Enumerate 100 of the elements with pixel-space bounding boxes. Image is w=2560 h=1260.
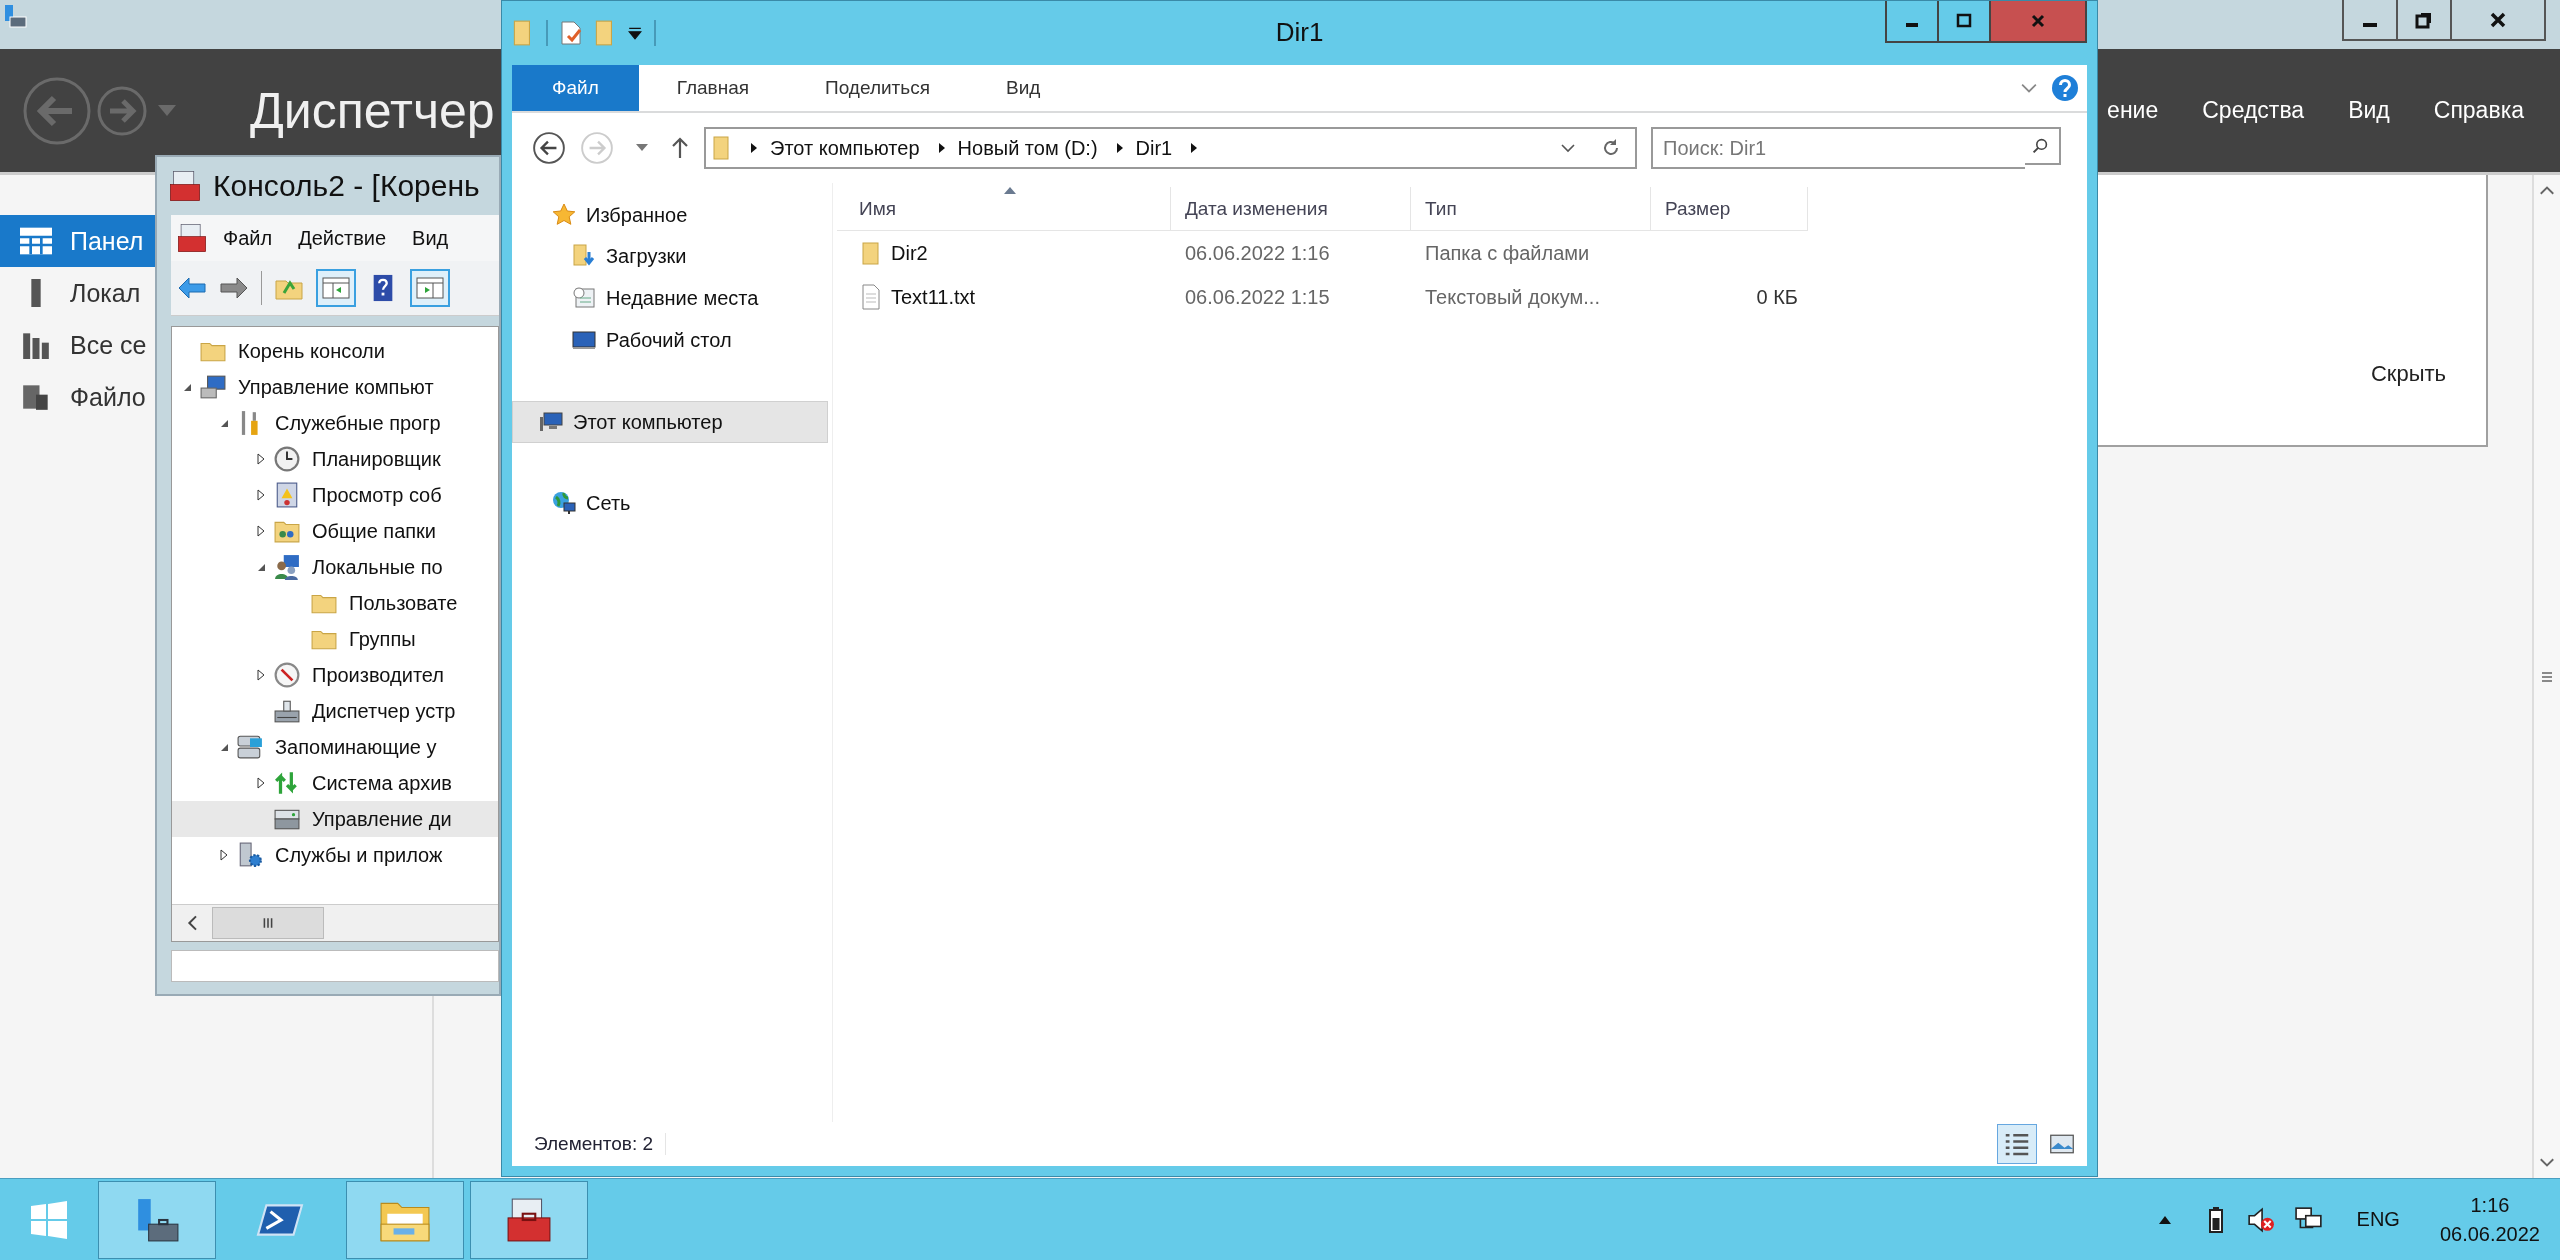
nav-item[interactable]: Рабочий стол — [512, 319, 828, 361]
collapsed-icon[interactable] — [256, 669, 266, 681]
taskbar-app[interactable] — [346, 1180, 464, 1259]
nav-item[interactable]: Этот компьютер — [512, 401, 828, 443]
file-row[interactable]: Text11.txt 06.06.2022 1:15 Текстовый докум... 0 КБ — [837, 275, 2087, 319]
sidebar-item[interactable]: Файло — [0, 371, 155, 423]
collapsed-icon[interactable] — [256, 453, 266, 465]
grip-icon[interactable] — [262, 917, 274, 929]
search-icon[interactable] — [2025, 127, 2061, 165]
recent-dropdown-icon[interactable] — [636, 144, 648, 152]
customize-icon[interactable] — [628, 26, 642, 40]
users-icon — [274, 554, 300, 580]
action-pane-icon[interactable] — [410, 269, 450, 307]
breadcrumb[interactable]: Dir1 — [1135, 136, 1173, 160]
column-header[interactable]: Тип — [1411, 187, 1651, 231]
up-arrow-icon[interactable] — [670, 136, 690, 160]
breadcrumb[interactable]: Этот компьютер — [770, 136, 920, 160]
star-icon — [552, 203, 576, 227]
refresh-icon[interactable] — [1601, 138, 1621, 158]
details-view-icon[interactable] — [1997, 1124, 2037, 1164]
tree-item[interactable]: Группы — [172, 621, 498, 657]
scroll-left-icon[interactable] — [186, 915, 198, 931]
menu-item[interactable]: Вид — [2348, 97, 2390, 124]
scroll-grip-icon[interactable] — [2541, 671, 2553, 682]
search-field[interactable]: Поиск: Dir1 — [1651, 127, 2025, 169]
menu-item[interactable]: Вид — [412, 226, 449, 250]
sidebar-item[interactable]: Все се — [0, 319, 155, 371]
language-indicator[interactable]: ENG — [2356, 1208, 2400, 1231]
scroll-thumb[interactable] — [212, 907, 324, 939]
nav-item[interactable]: Сеть — [512, 483, 828, 523]
sidebar-item[interactable]: Локал — [0, 267, 155, 319]
column-header[interactable]: Дата изменения — [1171, 187, 1411, 231]
tree-item[interactable]: Управление ди — [172, 801, 498, 837]
chevron-icon[interactable] — [937, 142, 946, 154]
properties-icon[interactable] — [560, 19, 582, 47]
collapsed-icon[interactable] — [256, 489, 266, 501]
gauge-icon — [274, 662, 300, 688]
menu-item[interactable]: Действие — [298, 226, 387, 250]
back-icon[interactable] — [532, 131, 566, 165]
backup-icon — [274, 770, 300, 796]
tree-item[interactable]: Диспетчер устр — [172, 693, 498, 729]
dropdown-icon[interactable] — [1561, 143, 1575, 153]
chevron-icon[interactable] — [1190, 142, 1199, 154]
tree-item[interactable]: Управление компьют — [172, 369, 498, 405]
expand-ribbon-icon[interactable] — [2021, 82, 2037, 94]
help-icon[interactable] — [2051, 74, 2079, 102]
item-count: Элементов: 2 — [534, 1133, 667, 1155]
scroll-down-icon[interactable] — [2539, 1158, 2555, 1168]
collapsed-icon[interactable] — [219, 849, 229, 861]
clock-icon — [274, 446, 300, 472]
column-header[interactable]: Имя — [837, 187, 1171, 231]
tree-item[interactable]: Служебные прогр — [172, 405, 498, 441]
pane-toggle-icon[interactable] — [316, 269, 356, 307]
file-name: Dir2 — [891, 241, 928, 265]
window-title: Консоль2 - [Корень — [213, 169, 480, 203]
start-icon[interactable] — [29, 1199, 69, 1240]
toolbox-icon — [169, 170, 201, 202]
scroll-up-icon[interactable] — [2539, 185, 2555, 195]
collapsed-icon[interactable] — [256, 525, 266, 537]
address-bar[interactable]: Этот компьютер Новый том (D:) Dir1 — [704, 127, 1637, 169]
toolbox-icon[interactable] — [177, 223, 207, 253]
text-file-icon — [861, 284, 881, 310]
folder-icon — [712, 134, 732, 162]
menu-item[interactable]: ение — [2107, 97, 2159, 124]
tree-item[interactable]: Пользовате — [172, 585, 498, 621]
battery-icon[interactable] — [2208, 1206, 2223, 1233]
breadcrumb[interactable]: Новый том (D:) — [957, 136, 1098, 160]
ribbon-tab[interactable]: Файл — [512, 65, 639, 111]
menu-item[interactable]: Справка — [2433, 97, 2524, 124]
taskbar-app[interactable] — [470, 1180, 588, 1259]
tree-item[interactable]: Производител — [172, 657, 498, 693]
taskbar-app[interactable] — [98, 1180, 216, 1259]
horizontal-scrollbar[interactable] — [172, 904, 498, 941]
chevron-icon[interactable] — [750, 142, 758, 154]
nav-item[interactable]: Недавние места — [512, 277, 828, 319]
tree-item[interactable]: Планировщик — [172, 441, 498, 477]
chevron-icon[interactable] — [1115, 142, 1124, 154]
clock[interactable]: 1:16 06.06.2022 — [2439, 1193, 2540, 1246]
tree-item[interactable]: Корень консоли — [172, 333, 498, 369]
sidebar-item[interactable]: Панел — [0, 215, 155, 267]
tree-item[interactable]: Система архив — [172, 765, 498, 801]
menu-item[interactable]: Средства — [2202, 97, 2305, 124]
column-header[interactable]: Размер — [1651, 187, 1808, 231]
menu-item[interactable]: Файл — [223, 226, 273, 250]
tree-item[interactable]: Локальные по — [172, 549, 498, 585]
collapsed-icon[interactable] — [256, 777, 266, 789]
ribbon-tab[interactable]: Поделиться — [787, 65, 968, 111]
tree-item[interactable]: Просмотр соб — [172, 477, 498, 513]
file-type: Текстовый докум... — [1424, 285, 1601, 309]
tree-item[interactable]: Общие папки — [172, 513, 498, 549]
speaker-muted-icon[interactable] — [2246, 1206, 2275, 1233]
nav-item[interactable]: Избранное — [512, 195, 828, 235]
tree-item[interactable]: Службы и прилож — [172, 837, 498, 873]
nav-item[interactable]: Загрузки — [512, 235, 828, 277]
tray-expand-icon[interactable] — [2158, 1215, 2171, 1224]
tree-item[interactable]: Запоминающие у — [172, 729, 498, 765]
file-row[interactable]: Dir2 06.06.2022 1:16 Папка с файлами — [837, 231, 2087, 275]
ribbon-tab[interactable]: Главная — [638, 65, 788, 111]
ribbon-tab[interactable]: Вид — [967, 65, 1079, 111]
hide-link[interactable]: Скрыть — [2370, 361, 2446, 387]
